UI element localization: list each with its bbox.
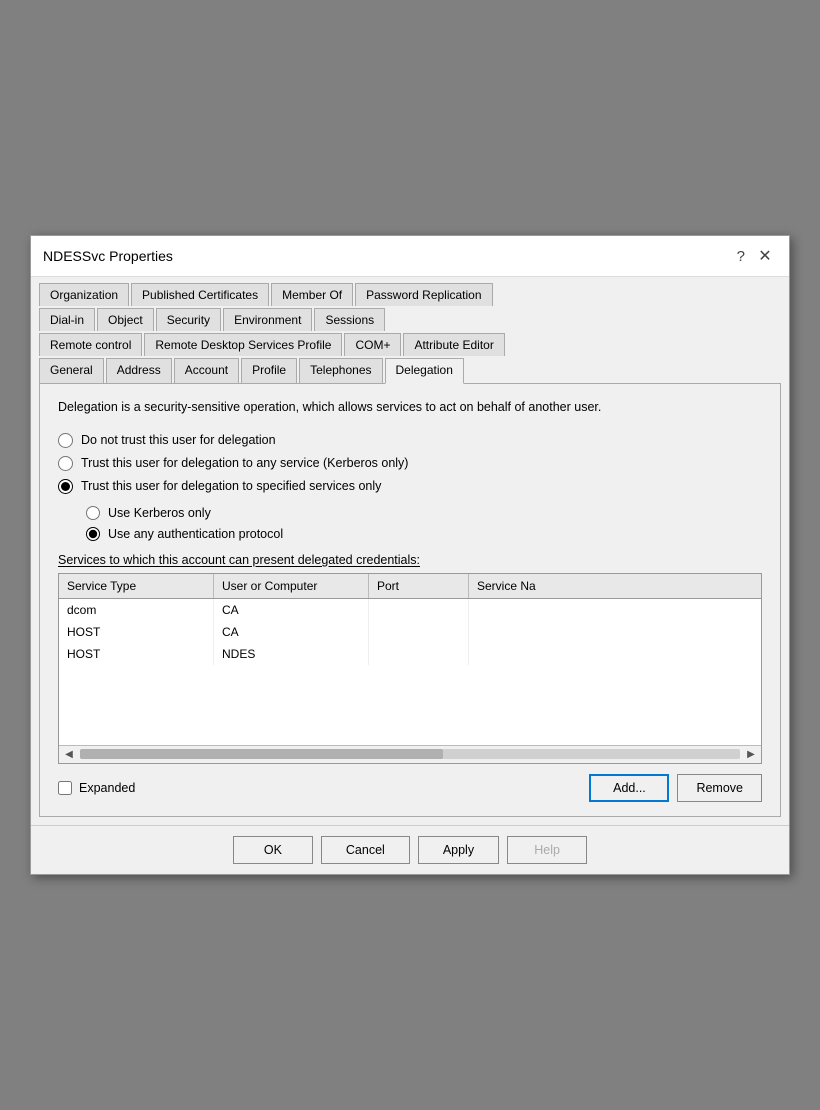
row1-service-type: dcom: [59, 599, 214, 621]
scroll-left-arrow[interactable]: ◀: [61, 746, 77, 762]
radio-trust-specified-label: Trust this user for delegation to specif…: [81, 479, 381, 493]
remove-button[interactable]: Remove: [677, 774, 762, 802]
tab-organization[interactable]: Organization: [39, 283, 129, 306]
expanded-checkbox-input[interactable]: [58, 781, 72, 795]
tab-security[interactable]: Security: [156, 308, 221, 331]
row2-port: [369, 621, 469, 643]
tab-row-3: Remote control Remote Desktop Services P…: [39, 333, 781, 356]
scroll-thumb: [80, 749, 443, 759]
expanded-label: Expanded: [79, 781, 135, 795]
radio-kerberos-only[interactable]: Use Kerberos only: [86, 506, 762, 520]
tab-row-4: General Address Account Profile Telephon…: [39, 358, 781, 383]
scroll-track[interactable]: [80, 749, 740, 759]
horizontal-scrollbar[interactable]: ◀ ▶: [59, 745, 761, 763]
radio-trust-specified-input[interactable]: [58, 479, 73, 494]
table-row[interactable]: HOST NDES: [59, 643, 761, 665]
scroll-right-arrow[interactable]: ▶: [743, 746, 759, 762]
tab-attribute-editor[interactable]: Attribute Editor: [403, 333, 504, 356]
radio-any-auth[interactable]: Use any authentication protocol: [86, 527, 762, 541]
title-bar-right: ? ✕: [737, 244, 777, 268]
table-body: dcom CA HOST CA HOST NDES: [59, 599, 761, 745]
row1-user-computer: CA: [214, 599, 369, 621]
tab-dial-in[interactable]: Dial-in: [39, 308, 95, 331]
col-service-name: Service Na: [469, 574, 761, 598]
row1-service-name: [469, 599, 761, 621]
dialog-footer: OK Cancel Apply Help: [31, 825, 789, 874]
radio-any-auth-input[interactable]: [86, 527, 100, 541]
add-button[interactable]: Add...: [589, 774, 669, 802]
services-table: Service Type User or Computer Port Servi…: [58, 573, 762, 764]
col-service-type: Service Type: [59, 574, 214, 598]
delegation-description: Delegation is a security-sensitive opera…: [58, 398, 762, 417]
col-user-computer: User or Computer: [214, 574, 369, 598]
radio-no-trust[interactable]: Do not trust this user for delegation: [58, 433, 762, 448]
sub-options: Use Kerberos only Use any authentication…: [86, 506, 762, 541]
tab-object[interactable]: Object: [97, 308, 154, 331]
tab-sessions[interactable]: Sessions: [314, 308, 385, 331]
row2-service-name: [469, 621, 761, 643]
tab-environment[interactable]: Environment: [223, 308, 312, 331]
radio-trust-any-label: Trust this user for delegation to any se…: [81, 456, 408, 470]
radio-no-trust-label: Do not trust this user for delegation: [81, 433, 276, 447]
ok-button[interactable]: OK: [233, 836, 313, 864]
row3-user-computer: NDES: [214, 643, 369, 665]
tab-content: Delegation is a security-sensitive opera…: [39, 383, 781, 817]
tabs-area: Organization Published Certificates Memb…: [31, 277, 789, 383]
close-button[interactable]: ✕: [753, 244, 777, 268]
help-icon-title[interactable]: ?: [737, 248, 745, 265]
tab-member-of[interactable]: Member Of: [271, 283, 353, 306]
tab-com-plus[interactable]: COM+: [344, 333, 401, 356]
table-row[interactable]: dcom CA: [59, 599, 761, 621]
title-bar-left: NDESSvc Properties: [43, 248, 173, 264]
col-port: Port: [369, 574, 469, 598]
expanded-checkbox[interactable]: Expanded: [58, 781, 135, 795]
radio-kerberos-only-label: Use Kerberos only: [108, 506, 211, 520]
table-row[interactable]: HOST CA: [59, 621, 761, 643]
help-button: Help: [507, 836, 587, 864]
radio-kerberos-only-input[interactable]: [86, 506, 100, 520]
tab-delegation[interactable]: Delegation: [385, 358, 464, 384]
radio-trust-specified[interactable]: Trust this user for delegation to specif…: [58, 479, 762, 494]
row1-port: [369, 599, 469, 621]
apply-button[interactable]: Apply: [418, 836, 499, 864]
tab-general[interactable]: General: [39, 358, 104, 383]
radio-any-auth-label: Use any authentication protocol: [108, 527, 283, 541]
tab-profile[interactable]: Profile: [241, 358, 297, 383]
tab-password-replication[interactable]: Password Replication: [355, 283, 492, 306]
cancel-button[interactable]: Cancel: [321, 836, 410, 864]
tab-telephones[interactable]: Telephones: [299, 358, 382, 383]
tab-remote-desktop[interactable]: Remote Desktop Services Profile: [144, 333, 342, 356]
row3-port: [369, 643, 469, 665]
radio-trust-any-input[interactable]: [58, 456, 73, 471]
tab-row-1: Organization Published Certificates Memb…: [39, 283, 781, 306]
row3-service-name: [469, 643, 761, 665]
tab-account[interactable]: Account: [174, 358, 239, 383]
row3-service-type: HOST: [59, 643, 214, 665]
radio-trust-any[interactable]: Trust this user for delegation to any se…: [58, 456, 762, 471]
table-empty-area: [59, 665, 761, 745]
row2-user-computer: CA: [214, 621, 369, 643]
delegation-options: Do not trust this user for delegation Tr…: [58, 433, 762, 494]
tab-row-2: Dial-in Object Security Environment Sess…: [39, 308, 781, 331]
tab-published-certificates[interactable]: Published Certificates: [131, 283, 269, 306]
table-header: Service Type User or Computer Port Servi…: [59, 574, 761, 599]
row2-service-type: HOST: [59, 621, 214, 643]
services-label: Services to which this account can prese…: [58, 553, 762, 567]
radio-no-trust-input[interactable]: [58, 433, 73, 448]
action-buttons: Add... Remove: [589, 774, 762, 802]
bottom-controls: Expanded Add... Remove: [58, 774, 762, 802]
title-bar: NDESSvc Properties ? ✕: [31, 236, 789, 277]
tab-address[interactable]: Address: [106, 358, 172, 383]
dialog-window: NDESSvc Properties ? ✕ Organization Publ…: [30, 235, 790, 875]
tab-remote-control[interactable]: Remote control: [39, 333, 142, 356]
dialog-title: NDESSvc Properties: [43, 248, 173, 264]
